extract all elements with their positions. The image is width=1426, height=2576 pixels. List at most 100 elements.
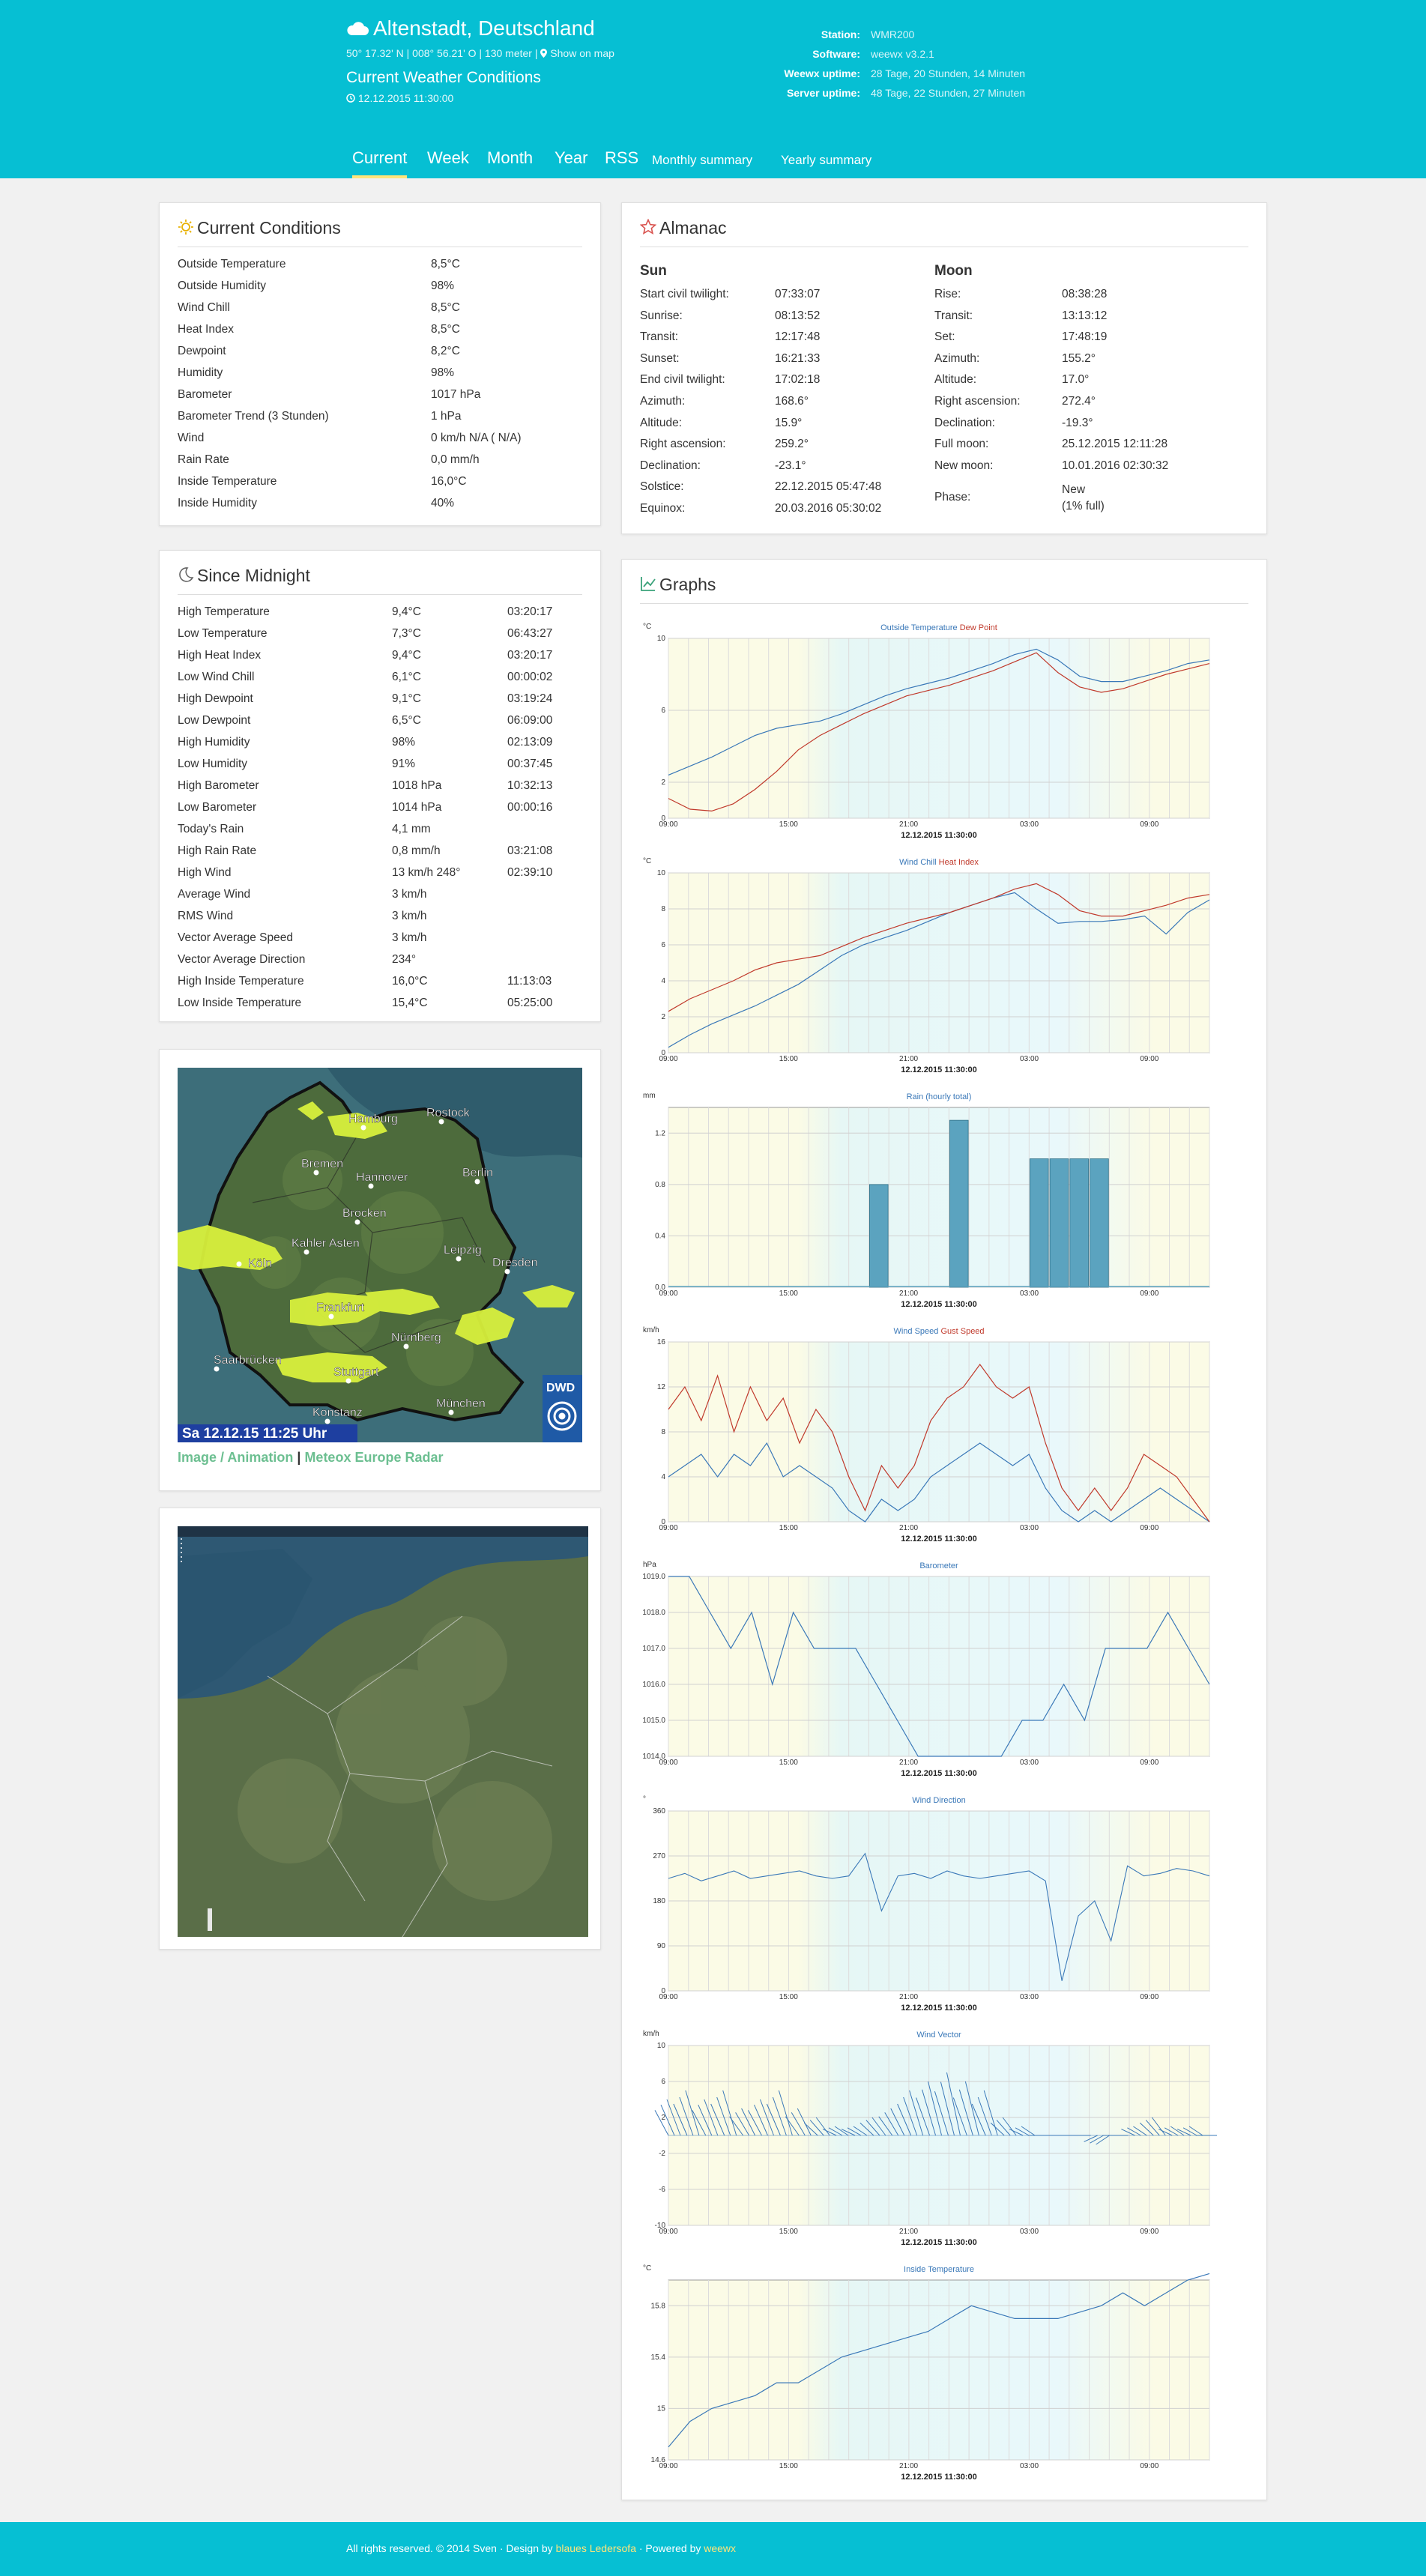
x-tick-label: 03:00	[1020, 1993, 1039, 2001]
x-tick-label: 15:00	[779, 1055, 798, 1063]
row-time: 06:09:00	[507, 714, 553, 727]
rain-bar	[949, 1119, 969, 1288]
row-value: 16,0°C	[431, 475, 467, 488]
row-label: Wind	[178, 432, 205, 444]
row-value: 9,4°C	[392, 605, 421, 618]
sun-row: Solstice: 22.12.2015 05:47:48	[640, 480, 925, 502]
tab-current[interactable]: Current	[352, 148, 408, 178]
tab-month[interactable]: Month	[487, 148, 533, 178]
tab-week[interactable]: Week	[427, 148, 469, 178]
moon-phase-value: New	[1062, 483, 1086, 496]
row-label: Today's Rain	[178, 823, 244, 835]
row-value: 1 hPa	[431, 410, 462, 423]
station-value: WMR200	[871, 28, 915, 40]
radar-image[interactable]: Hamburg Rostock Bremen Hannover Berlin Brocke…	[178, 1068, 582, 1442]
plot-area	[668, 638, 1210, 819]
weewx-link[interactable]: weewx	[704, 2542, 736, 2554]
city-label: Saarbrücken	[214, 1354, 282, 1367]
tab-rss[interactable]: RSS	[605, 148, 638, 178]
row-label: High Humidity	[178, 736, 250, 749]
y-unit-label: °C	[643, 2264, 651, 2273]
row-value: 98%	[431, 279, 455, 292]
chart-date-label: 12.12.2015 11:30:00	[901, 2473, 977, 2482]
station-info: Station: WMR200 Software: weewx v3.2.1 Wee…	[772, 28, 1025, 106]
chart-6: km/h Wind Vector-10-6-2261009:00 15:00 21:0…	[643, 2030, 1217, 2247]
table-row: Today's Rain 4,1 mm	[178, 823, 582, 844]
row-label: Low Temperature	[178, 627, 268, 640]
y-tick-label: 4	[661, 977, 665, 985]
site-coords: 50° 17.32' N | 008° 56.21' O | 130 meter…	[346, 47, 614, 59]
almanac-title: Almanac	[640, 218, 726, 238]
show-on-map-link[interactable]: Show on map	[550, 47, 614, 59]
sun-label: Start civil twilight:	[640, 288, 729, 300]
page-subtitle: Current Weather Conditions	[346, 69, 541, 86]
chart-title: Inside Temperature	[904, 2265, 974, 2274]
moon-row: Set: 17:48:19	[934, 330, 1249, 352]
site-header: Altenstadt, Deutschland 50° 17.32' N | 0…	[0, 0, 1426, 178]
moon-value: 13:13:12	[1062, 309, 1108, 322]
row-time: 11:13:03	[507, 975, 552, 988]
table-row: Outside Temperature 8,5°C	[178, 258, 582, 279]
row-value: 8,2°C	[431, 345, 460, 357]
row-time: 00:00:16	[507, 801, 553, 814]
y-tick-label: -6	[659, 2186, 665, 2194]
radar-map: Hamburg Rostock Bremen Hannover Berlin Brocke…	[178, 1068, 582, 1442]
row-time: 10:32:13	[507, 779, 553, 792]
design-link[interactable]: blaues Ledersofa	[556, 2542, 636, 2554]
rain-bar	[1029, 1158, 1049, 1288]
row-label: Low Wind Chill	[178, 671, 255, 683]
city-label: Leipzig	[444, 1244, 482, 1257]
y-tick-label: 90	[657, 1942, 666, 1950]
coords-text: 50° 17.32' N | 008° 56.21' O | 130 meter…	[346, 47, 538, 59]
moon-label: Transit:	[934, 309, 973, 322]
almanac-panel: Almanac Sun Moon Start civil twilight: 07…	[621, 202, 1267, 534]
tab-monthly-summary[interactable]: Monthly summary	[652, 153, 752, 183]
x-tick-label: 21:00	[899, 1759, 918, 1767]
table-row: High Heat Index 9,4°C 03:20:17	[178, 649, 582, 671]
y-tick-label: 15.8	[651, 2302, 666, 2310]
radar-caption: Sa 12.12.15 11:25 Uhr	[182, 1426, 327, 1442]
meteox-radar-link[interactable]: Meteox Europe Radar	[304, 1450, 443, 1465]
software-row: Software: weewx v3.2.1	[772, 48, 1025, 67]
footer-mid: · Powered by	[635, 2542, 704, 2554]
y-tick-label: 0.8	[655, 1181, 665, 1189]
almanac-title-text: Almanac	[659, 218, 727, 238]
sun-row: Transit: 12:17:48	[640, 330, 925, 352]
city-label: Bremen	[301, 1158, 343, 1170]
scale-bar	[208, 1908, 212, 1931]
current-conditions-title-text: Current Conditions	[197, 218, 341, 238]
cloud-icon	[347, 22, 369, 35]
chart-5: ° Wind Direction09018027036009:00 15:00 21:…	[643, 1795, 1210, 2013]
row-value: 40%	[431, 497, 455, 510]
row-label: Inside Humidity	[178, 497, 257, 510]
line-chart-icon	[641, 577, 656, 591]
moon-row: Transit: 13:13:12	[934, 309, 1249, 331]
tab-year[interactable]: Year	[555, 148, 587, 178]
y-unit-label: hPa	[643, 1561, 656, 1569]
x-tick-label: 15:00	[779, 820, 798, 829]
y-tick-label: 15	[657, 2404, 666, 2413]
y-tick-label: -2	[659, 2150, 665, 2158]
y-tick-label: 2	[661, 1013, 665, 1021]
row-time: 03:21:08	[507, 844, 553, 857]
chart-date-label: 12.12.2015 11:30:00	[901, 1535, 977, 1544]
map-marker-icon	[540, 49, 548, 58]
row-label: High Rain Rate	[178, 844, 257, 857]
since-midnight-title-text: Since Midnight	[197, 566, 310, 585]
row-label: Inside Temperature	[178, 475, 277, 488]
moon-value: 17:48:19	[1062, 330, 1108, 344]
x-tick-label: 09:00	[659, 1759, 677, 1767]
chart-2: mm Rain (hourly total)0.00.40.81.209:00 15…	[643, 1092, 1210, 1309]
table-row: High Wind 13 km/h 248° 02:39:10	[178, 866, 582, 888]
table-row: High Dewpoint 9,1°C 03:19:24	[178, 692, 582, 714]
image-animation-link[interactable]: Image / Animation	[178, 1450, 293, 1465]
satellite-map-image[interactable]	[178, 1526, 588, 1937]
chart-title: Barometer	[919, 1561, 958, 1570]
row-value: 0,8 mm/h	[392, 844, 441, 857]
sun-label: Right ascension:	[640, 438, 726, 451]
x-tick-label: 09:00	[659, 2462, 677, 2470]
tab-yearly-summary[interactable]: Yearly summary	[781, 153, 871, 183]
current-conditions-title: Current Conditions	[178, 218, 341, 238]
chart-title: Rain (hourly total)	[907, 1092, 972, 1101]
sun-value: -23.1°	[775, 459, 806, 472]
